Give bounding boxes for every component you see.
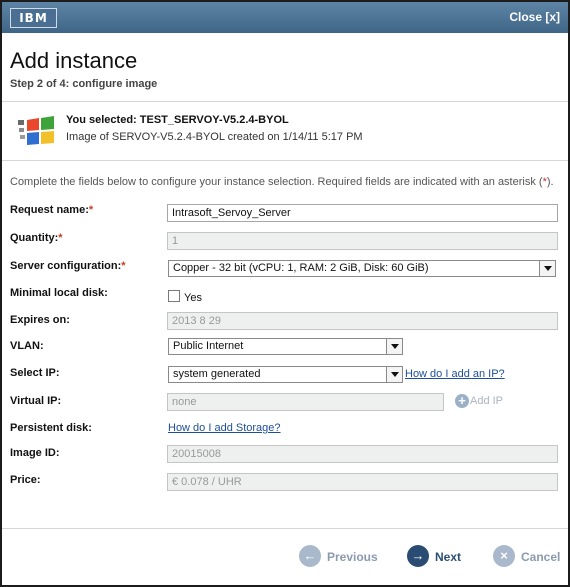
required-marker: *	[88, 204, 94, 216]
quantity-label: Quantity:*	[10, 232, 63, 244]
request-name-label: Request name:*	[10, 204, 93, 216]
next-label: Next	[435, 550, 462, 564]
selected-image-details: Image of SERVOY-V5.2.4-BYOL created on 1…	[66, 131, 363, 143]
server-configuration-label: Server configuration:*	[10, 260, 126, 272]
close-button[interactable]: Close [x]	[509, 10, 560, 24]
how-to-add-ip-link[interactable]: How do I add an IP?	[405, 368, 505, 380]
cancel-label: Cancel	[521, 550, 561, 564]
server-configuration-label-text: Server configuration:	[10, 260, 122, 272]
image-id-input: 20015008	[167, 445, 558, 463]
expires-on-input: 2013 8 29	[167, 312, 558, 330]
price-input: € 0.078 / UHR	[167, 473, 558, 491]
arrow-left-icon: ←	[299, 545, 321, 567]
select-ip-label: Select IP:	[10, 367, 60, 379]
previous-label: Previous	[327, 550, 378, 564]
expires-on-label: Expires on:	[10, 314, 70, 326]
how-to-add-storage-link[interactable]: How do I add Storage?	[168, 422, 281, 434]
server-configuration-select[interactable]: Copper - 32 bit (vCPU: 1, RAM: 2 GiB, Di…	[168, 260, 556, 277]
vlan-value: Public Internet	[173, 340, 244, 352]
close-icon: ×	[493, 545, 515, 567]
required-marker: *	[58, 232, 63, 244]
divider-middle	[2, 160, 568, 161]
chevron-down-icon[interactable]	[539, 261, 555, 276]
instructions-text: Complete the fields below to configure y…	[10, 176, 543, 188]
vlan-label: VLAN:	[10, 340, 44, 352]
title-bar: IBM Close [x]	[2, 2, 568, 33]
selected-image-name: You selected: TEST_SERVOY-V5.2.4-BYOL	[66, 114, 289, 126]
persistent-disk-label: Persistent disk:	[10, 422, 92, 434]
windows-icon	[18, 116, 54, 145]
virtual-ip-label: Virtual IP:	[10, 395, 62, 407]
quantity-input: 1	[167, 232, 558, 250]
instructions-tail: ).	[546, 176, 554, 188]
plus-icon: +	[455, 394, 469, 408]
select-ip-value: system generated	[173, 368, 261, 380]
price-label: Price:	[10, 474, 41, 486]
quantity-label-text: Quantity:	[10, 232, 59, 244]
arrow-right-icon: →	[407, 545, 429, 567]
step-indicator: Step 2 of 4: configure image	[10, 78, 158, 90]
page-title: Add instance	[10, 48, 138, 73]
add-ip-button: + Add IP	[455, 394, 503, 408]
virtual-ip-input: none	[167, 393, 444, 411]
divider-bottom	[2, 528, 568, 529]
chevron-down-icon[interactable]	[386, 339, 402, 354]
minimal-local-disk-label: Minimal local disk:	[10, 287, 108, 299]
logo-text: IBM	[19, 11, 48, 25]
ibm-logo: IBM	[10, 8, 57, 28]
form-instructions: Complete the fields below to configure y…	[10, 176, 554, 188]
divider-top	[2, 101, 568, 102]
request-name-label-text: Request name:	[10, 204, 89, 216]
minimal-local-disk-checkbox[interactable]	[168, 290, 180, 302]
server-configuration-value: Copper - 32 bit (vCPU: 1, RAM: 2 GiB, Di…	[173, 262, 429, 274]
required-marker: *	[121, 260, 126, 272]
request-name-input[interactable]: Intrasoft_Servoy_Server	[167, 204, 558, 222]
select-ip-select[interactable]: system generated	[168, 366, 403, 383]
chevron-down-icon[interactable]	[386, 367, 402, 382]
vlan-select[interactable]: Public Internet	[168, 338, 403, 355]
add-instance-dialog: IBM Close [x] Add instance Step 2 of 4: …	[0, 0, 570, 587]
image-id-label: Image ID:	[10, 447, 60, 459]
add-ip-label: Add IP	[470, 394, 504, 407]
minimal-local-disk-option-label[interactable]: Yes	[184, 292, 202, 304]
